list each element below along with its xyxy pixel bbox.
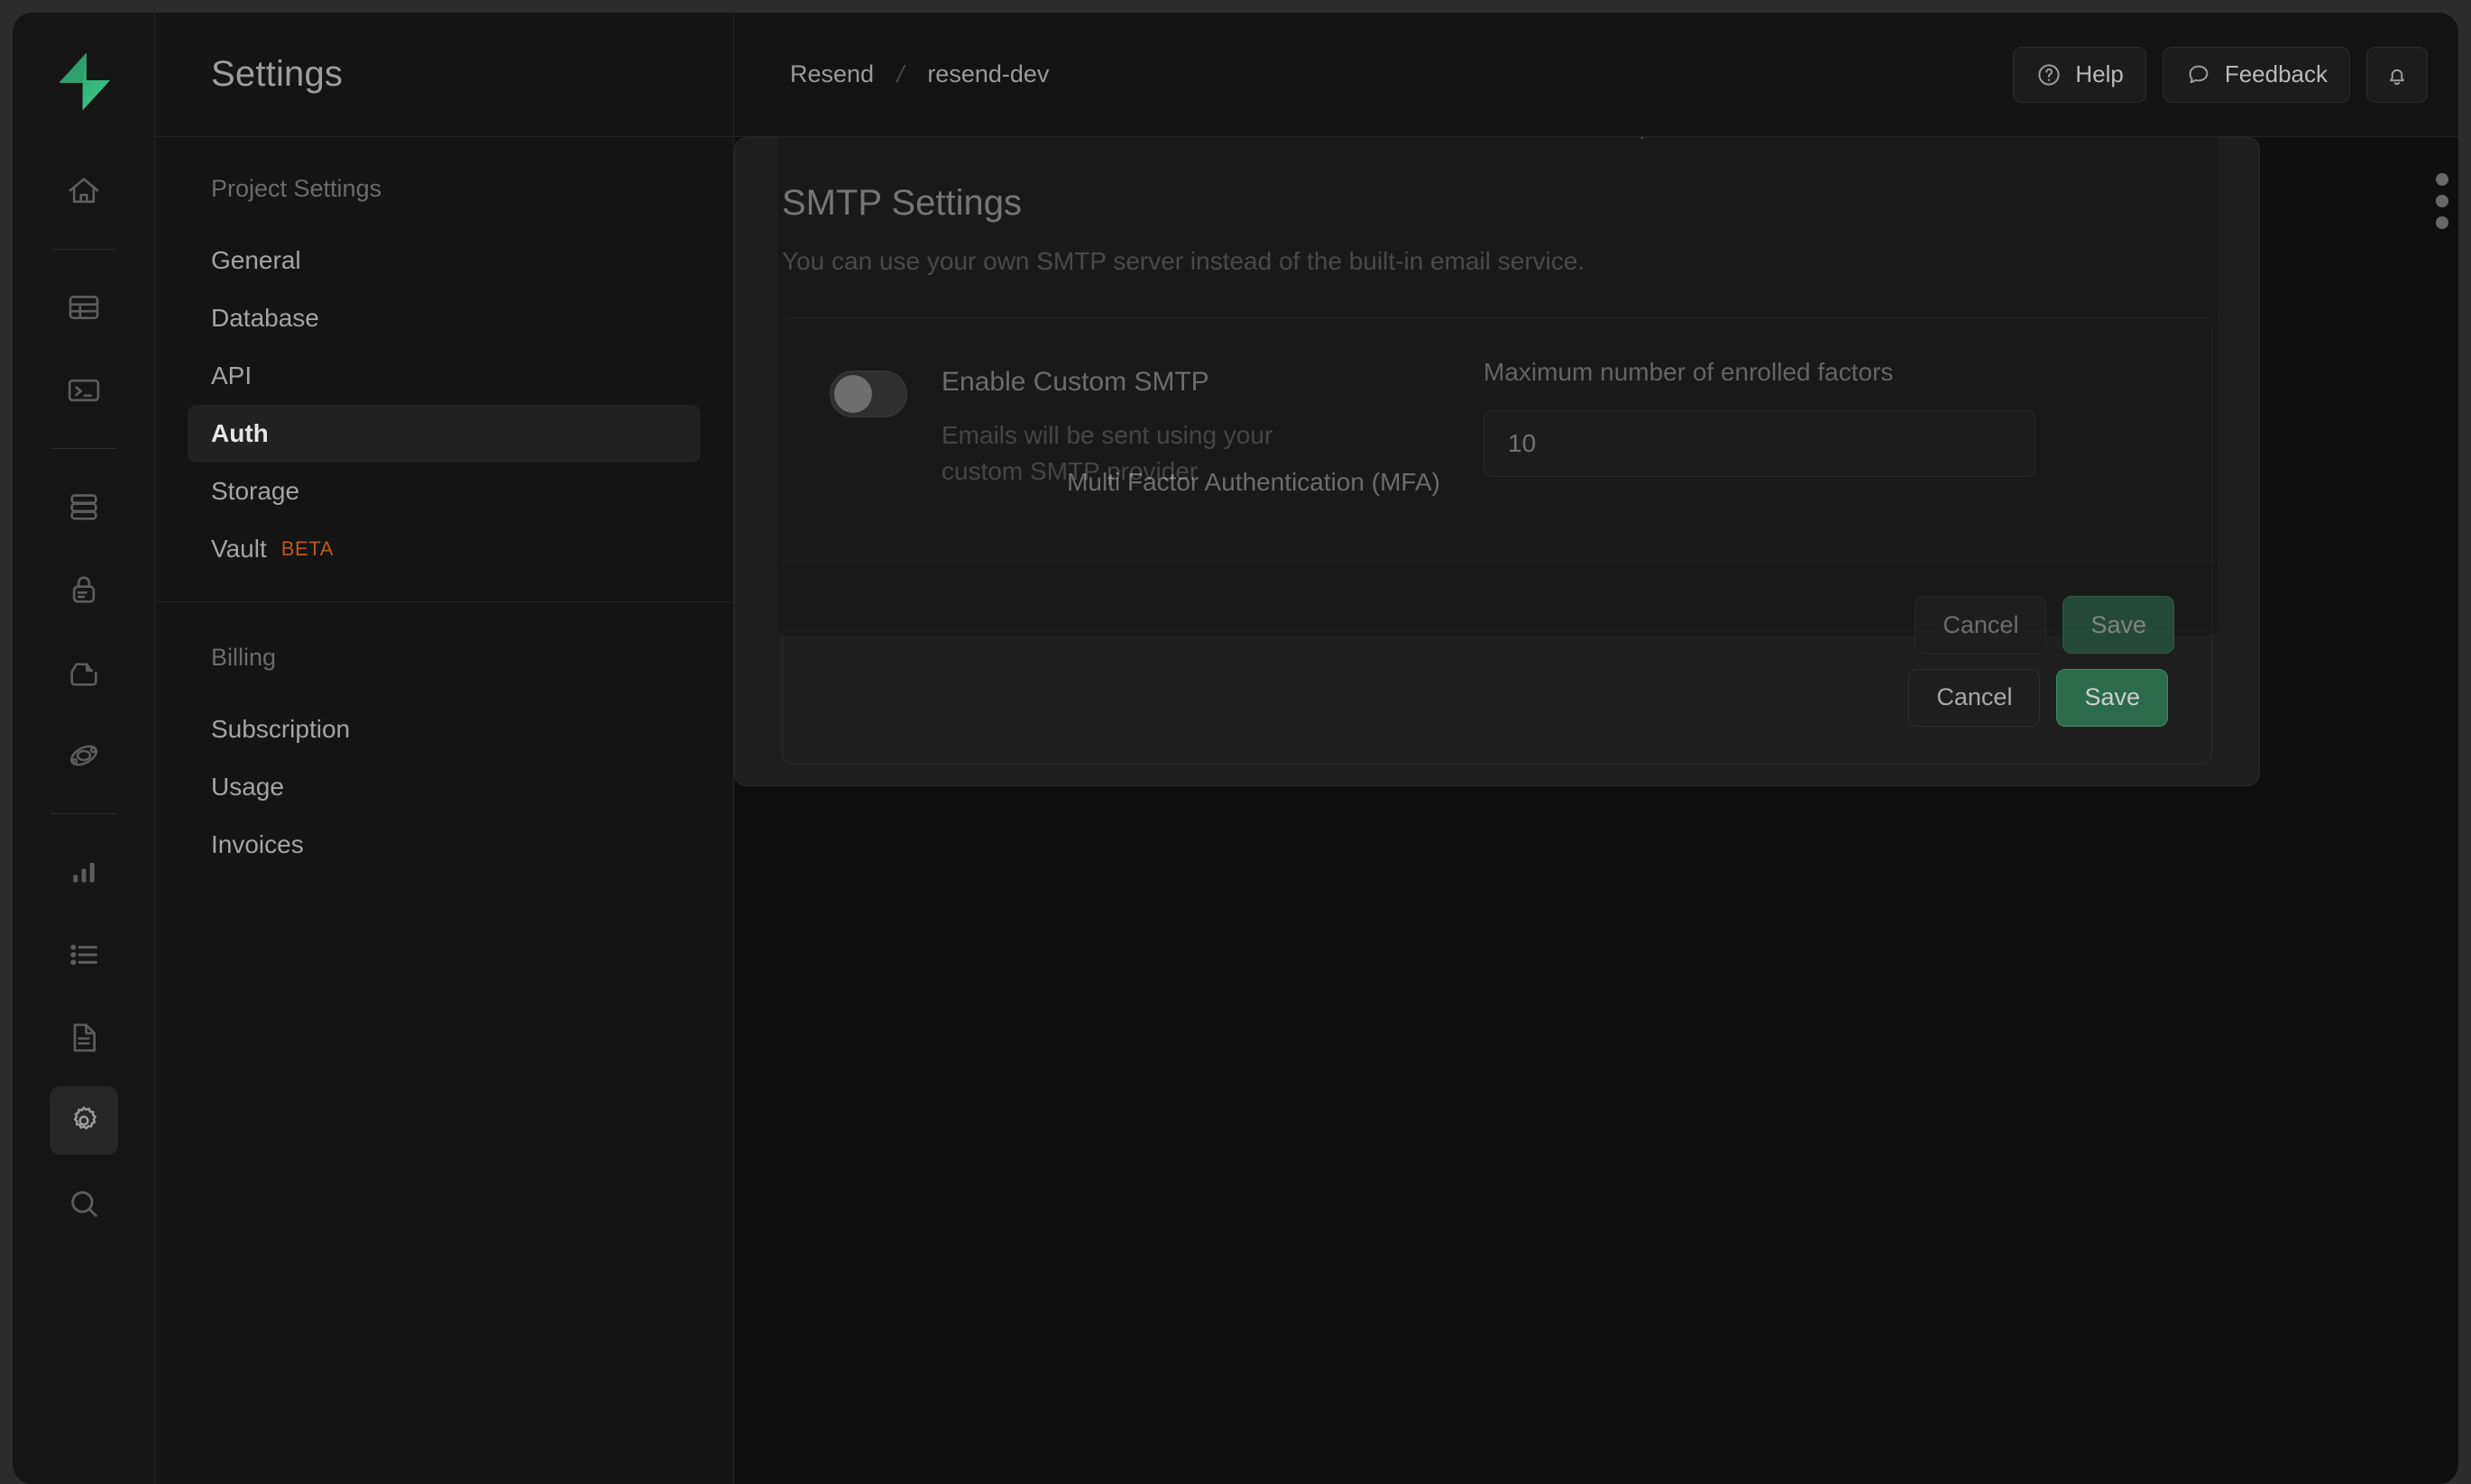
help-button-label: Help [2075,60,2123,88]
sidebar-item-search[interactable] [50,1169,118,1238]
sidebar-item-database[interactable] [50,472,118,541]
bell-icon [2384,61,2411,88]
refresh-token-right: Time interval where the same refresh tok… [1484,137,2218,317]
supabase-logo-icon[interactable] [55,52,113,110]
top-bar: Resend / resend-dev Help [734,13,2458,137]
nav-item-api[interactable]: API [188,347,701,405]
refresh-token-description: Time interval where the same refresh tok… [1484,137,2043,143]
nav-item-general[interactable]: General [188,232,701,289]
beta-badge: BETA [281,537,334,561]
max-factors-input[interactable]: 10 [1484,410,2035,477]
help-button[interactable]: Help [2013,47,2145,103]
refresh-token-left [778,137,1484,317]
mfa-right: Maximum number of enrolled factors 10 [1484,318,2218,561]
max-factors-label: Maximum number of enrolled factors [1484,358,2172,387]
sidebar-item-sql-editor[interactable] [50,356,118,425]
toggle-knob [834,375,872,413]
notifications-button[interactable] [2366,47,2428,103]
nav-item-label: Invoices [211,830,304,859]
scrollbar-grip[interactable] [2436,173,2448,229]
rail-divider [51,448,116,449]
chat-bubble-icon [2185,61,2212,88]
settings-nav-panel: Settings Project Settings General Databa… [155,13,734,1484]
mfa-card-footer: Cancel Save [778,562,2218,688]
nav-item-auth[interactable]: Auth [188,405,701,463]
nav-item-label: Database [211,304,319,333]
sidebar-item-edge-functions[interactable] [50,721,118,790]
breadcrumb: Resend / resend-dev [790,60,1049,88]
mfa-settings-card: Time interval where the same refresh tok… [777,137,2218,637]
sidebar-item-logs[interactable] [50,921,118,989]
scrollbar-dot [2436,173,2448,186]
sidebar-item-storage[interactable] [50,638,118,707]
nav-item-label: Subscription [211,715,350,744]
nav-item-database[interactable]: Database [188,289,701,347]
mfa-save-button[interactable]: Save [2062,596,2174,654]
desktop-background: Settings Project Settings General Databa… [0,0,2471,1484]
nav-item-vault[interactable]: Vault BETA [188,520,701,578]
enable-custom-smtp-toggle[interactable] [830,371,907,417]
feedback-button[interactable]: Feedback [2163,47,2350,103]
mfa-left: Multi Factor Authentication (MFA) [778,318,1484,561]
sidebar-item-api-docs[interactable] [50,1003,118,1072]
vertical-scrollbar[interactable] [2431,137,2451,1484]
nav-group-label: Billing [188,644,701,672]
sidebar-item-authentication[interactable] [50,555,118,624]
primary-icon-rail [13,13,155,1484]
page-title: Settings [211,54,343,95]
nav-item-label: Auth [211,419,269,448]
nav-group-project-settings: Project Settings General Database API Au… [155,137,733,578]
nav-item-storage[interactable]: Storage [188,463,701,520]
nav-item-usage[interactable]: Usage [188,758,701,816]
mfa-cancel-button[interactable]: Cancel [1915,596,2046,654]
nav-item-label: Vault [211,535,267,563]
nav-group-billing: Billing Subscription Usage Invoices [155,601,733,874]
settings-scroll-area[interactable]: Time interval where the same refresh tok… [734,137,2458,1484]
sidebar-item-project-settings[interactable] [50,1086,118,1155]
rail-divider [51,249,116,250]
nav-item-label: Storage [211,477,299,506]
feedback-button-label: Feedback [2225,60,2328,88]
app-window: Settings Project Settings General Databa… [13,13,2458,1484]
max-factors-value: 10 [1508,429,1536,458]
nav-item-label: Usage [211,773,284,802]
rail-divider [51,813,116,814]
sidebar-item-reports[interactable] [50,838,118,906]
nav-item-label: API [211,362,252,390]
refresh-token-row: Time interval where the same refresh tok… [778,137,2218,318]
question-circle-icon [2035,61,2062,88]
scrollbar-dot [2436,195,2448,207]
scrollbar-dot [2436,216,2448,229]
mfa-section-title: Multi Factor Authentication (MFA) [822,358,1440,497]
nav-item-subscription[interactable]: Subscription [188,701,701,758]
breadcrumb-org[interactable]: Resend [790,60,874,88]
top-bar-actions: Help Feedback [2013,47,2428,103]
nav-item-invoices[interactable]: Invoices [188,816,701,874]
sidebar-item-table-editor[interactable] [50,273,118,342]
nav-item-label: General [211,246,301,275]
nav-group-label: Project Settings [188,175,701,203]
main-content-column: Resend / resend-dev Help [734,13,2458,1484]
sidebar-item-home[interactable] [50,157,118,225]
breadcrumb-project[interactable]: resend-dev [927,60,1049,88]
settings-panel-header: Settings [155,13,733,137]
mfa-row: Multi Factor Authentication (MFA) Maximu… [778,318,2218,562]
breadcrumb-separator: / [895,60,907,88]
